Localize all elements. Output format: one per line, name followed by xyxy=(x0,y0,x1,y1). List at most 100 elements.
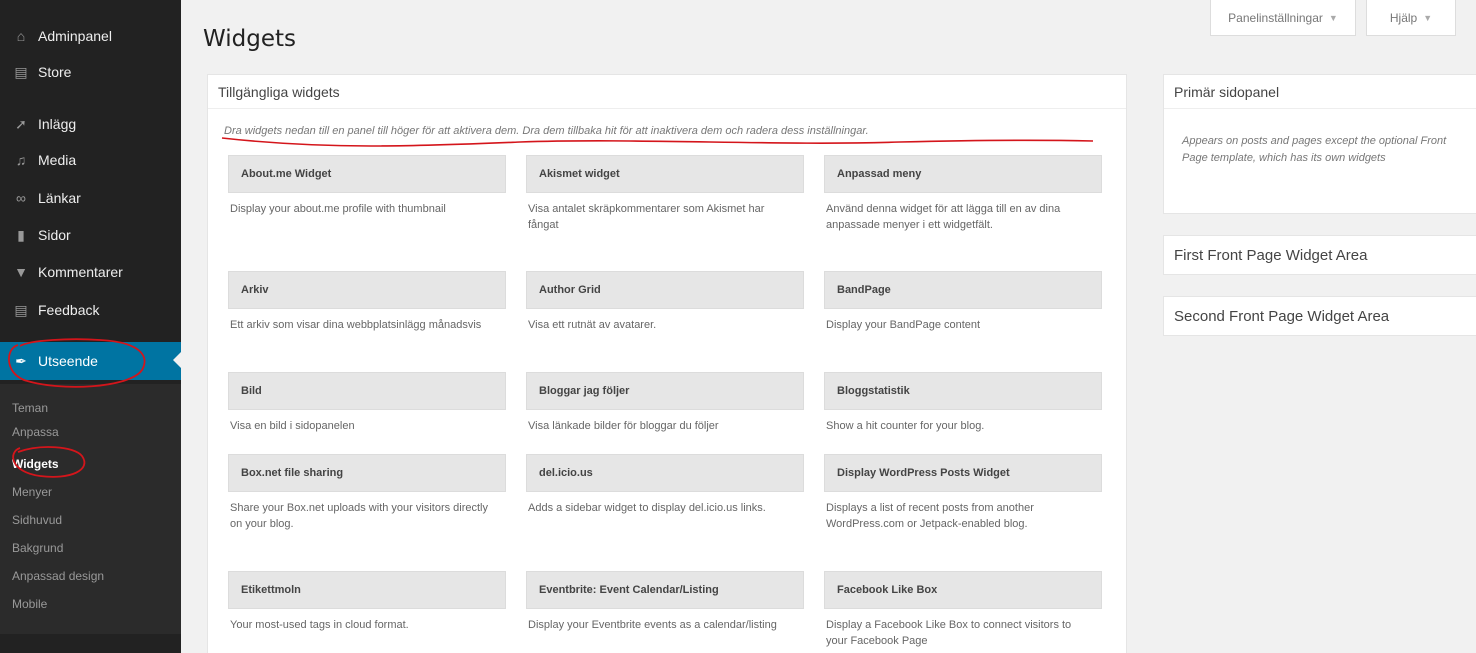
widget-description: Display your Eventbrite events as a cale… xyxy=(528,619,777,631)
primary-sidebar-title[interactable]: Primär sidopanel xyxy=(1164,75,1476,109)
widget-description: Adds a sidebar widget to display del.ici… xyxy=(528,502,766,514)
widget-title[interactable]: Eventbrite: Event Calendar/Listing xyxy=(526,571,804,609)
sidebar-item-label: Adminpanel xyxy=(38,28,112,44)
widget-description: Share your Box.net uploads with your vis… xyxy=(230,502,489,530)
widget-item[interactable]: Bild Visa en bild i sidopanelen xyxy=(228,372,506,434)
pin-icon: ➚ xyxy=(15,115,27,132)
sidebar-item-label: Store xyxy=(38,64,72,80)
widget-item[interactable]: Bloggstatistik Show a hit counter for you… xyxy=(824,372,1102,434)
widget-item[interactable]: Arkiv Ett arkiv som visar dina webbplatsi… xyxy=(228,271,506,333)
link-icon: ∞ xyxy=(16,190,26,206)
widget-item[interactable]: Author Grid Visa ett rutnät av avatarer. xyxy=(526,271,804,333)
sidebar-item-utseende[interactable]: ✒ Utseende xyxy=(0,342,181,380)
cart-icon: ▤ xyxy=(14,63,28,80)
widget-item[interactable]: Akismet widget Visa antalet skräpkommenta… xyxy=(526,155,804,233)
first-front-page-widget-area[interactable]: First Front Page Widget Area xyxy=(1163,235,1476,275)
submenu-anpassad-design[interactable]: Anpassad design xyxy=(12,566,104,586)
widget-description: Visa antalet skräpkommentarer som Akisme… xyxy=(528,203,765,231)
widget-description: Your most-used tags in cloud format. xyxy=(230,619,409,631)
widget-title[interactable]: Facebook Like Box xyxy=(824,571,1102,609)
widget-title[interactable]: del.icio.us xyxy=(526,454,804,492)
widget-item[interactable]: del.icio.us Adds a sidebar widget to disp… xyxy=(526,454,804,516)
chevron-down-icon: ▼ xyxy=(1328,12,1338,23)
submenu-widgets[interactable]: Widgets xyxy=(12,454,59,474)
sidebar-item-label: Feedback xyxy=(38,302,100,318)
sidebar-item-feedback[interactable]: ▤ Feedback xyxy=(0,292,181,328)
front2-title[interactable]: Second Front Page Widget Area xyxy=(1164,297,1476,337)
widget-title[interactable]: Arkiv xyxy=(228,271,506,309)
widget-description: Visa länkade bilder för bloggar du följe… xyxy=(528,420,719,432)
sidebar-item-adminpanel[interactable]: ⌂ Adminpanel xyxy=(0,18,181,54)
available-widgets-panel: Tillgängliga widgets Dra widgets nedan t… xyxy=(207,74,1127,653)
widget-description: Display a Facebook Like Box to connect v… xyxy=(826,619,1072,647)
home-icon: ⌂ xyxy=(16,28,26,44)
widget-title[interactable]: Display WordPress Posts Widget xyxy=(824,454,1102,492)
comment-icon: ▼ xyxy=(14,264,28,280)
screen-options-label: Panelinställningar xyxy=(1228,10,1323,25)
submenu-bakgrund[interactable]: Bakgrund xyxy=(12,538,63,558)
available-widgets-title: Tillgängliga widgets xyxy=(208,75,1126,109)
widget-description: Displays a list of recent posts from ano… xyxy=(826,502,1034,530)
widget-description: Visa ett rutnät av avatarer. xyxy=(528,319,657,331)
widget-description: Ett arkiv som visar dina webbplatsinlägg… xyxy=(230,319,482,331)
sidebar-item-kommentarer[interactable]: ▼ Kommentarer xyxy=(0,254,181,290)
widget-title[interactable]: Anpassad meny xyxy=(824,155,1102,193)
widget-item[interactable]: Etikettmoln Your most-used tags in cloud … xyxy=(228,571,506,633)
brush-icon: ✒ xyxy=(15,352,27,369)
widget-title[interactable]: Box.net file sharing xyxy=(228,454,506,492)
widget-description: Display your BandPage content xyxy=(826,319,981,331)
sidebar-item-label: Kommentarer xyxy=(38,264,123,280)
help-tab[interactable]: Hjälp ▼ xyxy=(1366,0,1456,36)
available-widgets-description: Dra widgets nedan till en panel till hög… xyxy=(224,125,869,137)
feedback-icon: ▤ xyxy=(14,301,28,318)
primary-sidebar-description: Appears on posts and pages except the op… xyxy=(1182,135,1447,164)
widget-description: Show a hit counter for your blog. xyxy=(826,420,985,432)
sidebar-item-label: Sidor xyxy=(38,227,71,243)
widget-description: Display your about.me profile with thumb… xyxy=(230,203,446,215)
submenu-mobile[interactable]: Mobile xyxy=(12,594,47,614)
sidebar-item-label: Länkar xyxy=(38,190,81,206)
sidebar-item-label: Utseende xyxy=(38,353,98,369)
sidebar-item-sidor[interactable]: ▮ Sidor xyxy=(0,217,181,253)
widget-item[interactable]: Box.net file sharing Share your Box.net u… xyxy=(228,454,506,532)
help-label: Hjälp xyxy=(1389,10,1418,25)
chevron-down-icon: ▼ xyxy=(1423,12,1433,23)
widget-item[interactable]: Eventbrite: Event Calendar/Listing Displa… xyxy=(526,571,804,633)
widget-item[interactable]: Bloggar jag följer Visa länkade bilder fö… xyxy=(526,372,804,434)
widget-title[interactable]: Bloggar jag följer xyxy=(526,372,804,410)
page-title: Widgets xyxy=(203,26,296,52)
appearance-submenu: Teman Anpassa Widgets Menyer Sidhuvud Ba… xyxy=(0,384,181,634)
primary-sidebar-area[interactable]: Primär sidopanel Appears on posts and pa… xyxy=(1163,74,1476,214)
widget-item[interactable]: About.me Widget Display your about.me pro… xyxy=(228,155,506,217)
submenu-menyer[interactable]: Menyer xyxy=(12,482,52,502)
widget-item[interactable]: Facebook Like Box Display a Facebook Like… xyxy=(824,571,1102,649)
widget-title[interactable]: Akismet widget xyxy=(526,155,804,193)
widget-description: Använd denna widget för att lägga till e… xyxy=(826,203,1061,231)
widget-item[interactable]: Anpassad meny Använd denna widget för att… xyxy=(824,155,1102,233)
widget-item[interactable]: BandPage Display your BandPage content xyxy=(824,271,1102,333)
submenu-anpassa[interactable]: Anpassa xyxy=(12,422,59,442)
media-icon: ♫ xyxy=(15,152,27,168)
widget-title[interactable]: BandPage xyxy=(824,271,1102,309)
sidebar-item-media[interactable]: ♫ Media xyxy=(0,142,181,178)
widget-description: Visa en bild i sidopanelen xyxy=(230,420,355,432)
sidebar-next-item xyxy=(0,636,181,653)
sidebar-item-label: Media xyxy=(38,152,77,168)
admin-sidebar: ⌂ Adminpanel ▤ Store ➚ Inlägg ♫ Media ∞ … xyxy=(0,0,181,653)
widget-title[interactable]: Etikettmoln xyxy=(228,571,506,609)
sidebar-item-inlagg[interactable]: ➚ Inlägg xyxy=(0,106,181,142)
front1-title[interactable]: First Front Page Widget Area xyxy=(1164,236,1476,276)
widget-title[interactable]: Bild xyxy=(228,372,506,410)
widget-item[interactable]: Display WordPress Posts Widget Displays a… xyxy=(824,454,1102,532)
sidebar-item-store[interactable]: ▤ Store xyxy=(0,54,181,90)
widget-title[interactable]: About.me Widget xyxy=(228,155,506,193)
second-front-page-widget-area[interactable]: Second Front Page Widget Area xyxy=(1163,296,1476,336)
submenu-sidhuvud[interactable]: Sidhuvud xyxy=(12,510,62,530)
widget-title[interactable]: Author Grid xyxy=(526,271,804,309)
submenu-teman[interactable]: Teman xyxy=(12,398,48,418)
screen-options-tab[interactable]: Panelinställningar ▼ xyxy=(1210,0,1356,36)
sidebar-item-label: Inlägg xyxy=(38,116,77,132)
page-icon: ▮ xyxy=(17,226,25,243)
widget-title[interactable]: Bloggstatistik xyxy=(824,372,1102,410)
sidebar-item-lankar[interactable]: ∞ Länkar xyxy=(0,180,181,216)
